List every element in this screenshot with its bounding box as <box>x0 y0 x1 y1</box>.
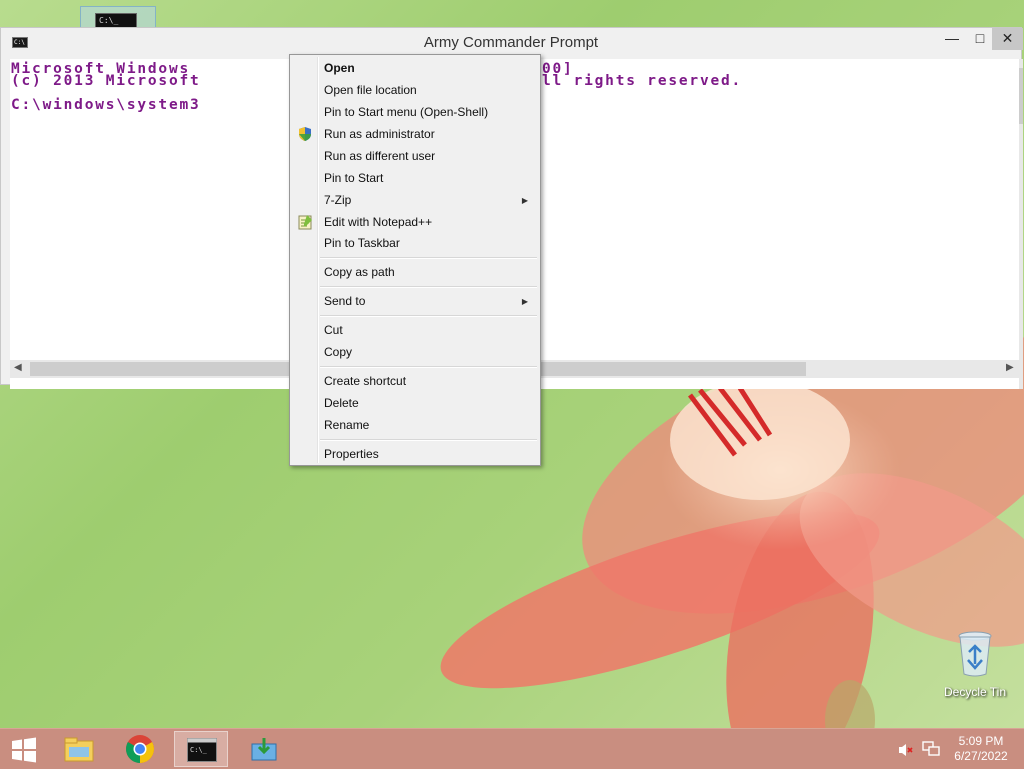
menu-item-create-shortcut[interactable]: Create shortcut <box>324 370 406 392</box>
network-icon[interactable] <box>922 741 940 757</box>
notepad-plus-plus-icon <box>298 215 312 230</box>
menu-item-open[interactable]: Open <box>324 57 355 79</box>
command-prompt-icon: C:\_ <box>187 738 217 762</box>
menu-item-pin-to-taskbar[interactable]: Pin to Taskbar <box>324 232 400 254</box>
menu-gutter <box>317 57 319 463</box>
submenu-arrow-icon: ▶ <box>521 297 528 306</box>
chrome-icon <box>126 735 154 763</box>
recycle-bin[interactable]: Decycle Tin <box>940 630 1010 699</box>
menu-item-delete[interactable]: Delete <box>324 392 359 414</box>
submenu-arrow-icon: ▶ <box>521 196 528 205</box>
menu-item-properties[interactable]: Properties <box>324 443 379 465</box>
menu-item-send-to[interactable]: Send to <box>324 290 365 312</box>
context-menu: Open Open file location Pin to Start men… <box>289 54 541 466</box>
start-icon <box>12 737 36 763</box>
taskbar-command-prompt[interactable]: C:\_ <box>174 731 228 767</box>
menu-item-cut[interactable]: Cut <box>324 319 343 341</box>
menu-separator <box>320 366 537 368</box>
console-prompt: C:\windows\system3 <box>11 97 201 113</box>
recycle-bin-icon <box>958 631 992 677</box>
clock-time: 5:09 PM <box>958 734 1004 748</box>
scroll-left-icon[interactable]: ◀ <box>14 362 22 373</box>
menu-item-pin-to-start[interactable]: Pin to Start <box>324 167 383 189</box>
menu-separator <box>320 257 537 259</box>
menu-item-pin-start-open-shell[interactable]: Pin to Start menu (Open-Shell) <box>324 101 488 123</box>
menu-separator <box>320 315 537 317</box>
menu-item-run-as-different-user[interactable]: Run as different user <box>324 145 435 167</box>
svg-text:C:\_: C:\_ <box>190 746 208 754</box>
start-button[interactable] <box>0 731 48 767</box>
menu-item-edit-notepad-plus-plus[interactable]: Edit with Notepad++ <box>324 211 432 233</box>
vertical-scroll-thumb[interactable] <box>1019 68 1023 124</box>
volume-muted-icon[interactable] <box>898 742 914 758</box>
scroll-right-icon[interactable]: ▶ <box>1006 362 1014 373</box>
menu-item-copy[interactable]: Copy <box>324 341 352 363</box>
console-line-2: (c) 2013 Microsoft <box>11 73 201 89</box>
menu-item-7zip[interactable]: 7-Zip <box>324 189 351 211</box>
install-icon <box>251 738 277 761</box>
close-button[interactable]: ✕ <box>992 28 1023 50</box>
console-line-2-tail: ll rights reserved. <box>542 73 743 89</box>
menu-separator <box>320 439 537 441</box>
maximize-button[interactable]: □ <box>965 28 995 50</box>
menu-item-open-file-location[interactable]: Open file location <box>324 79 417 101</box>
minimize-button[interactable]: — <box>937 28 967 50</box>
system-clock[interactable]: 5:09 PM 6/27/2022 <box>948 734 1014 764</box>
clock-date: 6/27/2022 <box>954 749 1008 763</box>
taskbar-file-explorer[interactable] <box>53 731 107 767</box>
file-explorer-icon <box>64 737 94 762</box>
menu-item-copy-as-path[interactable]: Copy as path <box>324 261 395 283</box>
window-title: Army Commander Prompt <box>423 34 599 51</box>
menu-item-rename[interactable]: Rename <box>324 414 369 436</box>
taskbar-installer[interactable] <box>237 731 291 767</box>
taskbar: C:\_ 5:09 PM 6/27/2022 <box>0 728 1024 769</box>
uac-shield-icon <box>299 127 311 141</box>
menu-item-run-as-administrator[interactable]: Run as administrator <box>324 123 435 145</box>
recycle-bin-label: Decycle Tin <box>943 685 1007 699</box>
menu-separator <box>320 286 537 288</box>
taskbar-chrome[interactable] <box>113 731 167 767</box>
